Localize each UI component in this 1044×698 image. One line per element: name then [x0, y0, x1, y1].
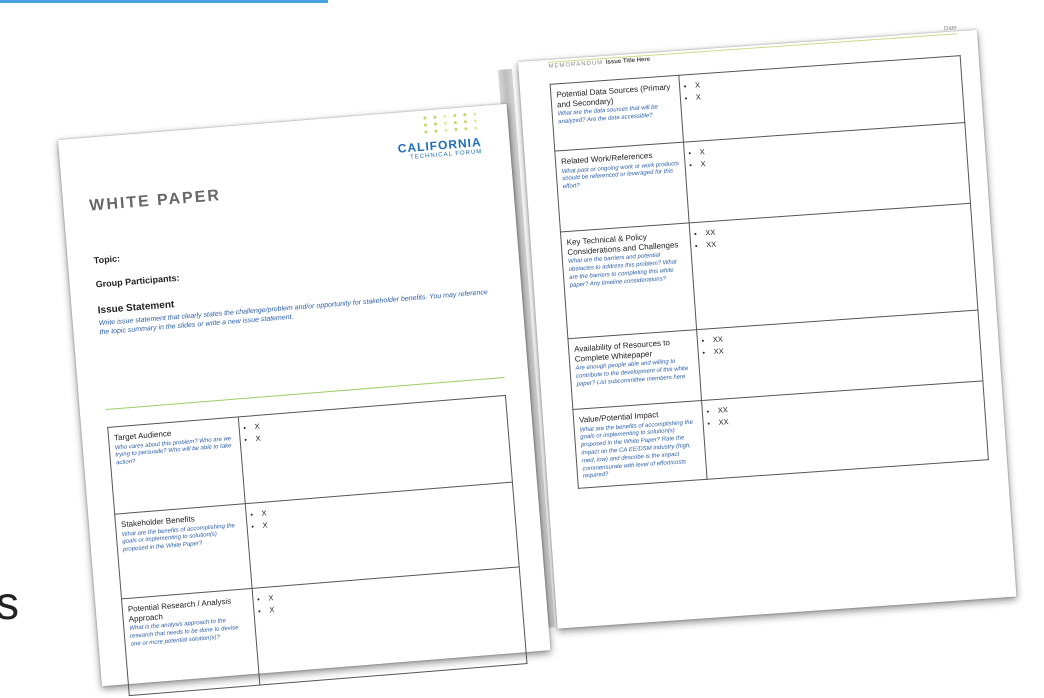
date-label: Date — [943, 25, 957, 33]
white-paper-table-2: Potential Data Sources (Primary and Seco… — [550, 55, 989, 489]
white-paper-page-2: Date MEMORANDUM Issue Title Here Potenti… — [518, 25, 1017, 629]
table-question-cell: Value/Potential Impact What are the bene… — [572, 400, 708, 489]
bullet-list: X X — [685, 63, 957, 103]
document-title: WHITE PAPER — [88, 187, 222, 215]
group-participants-label: Group Participants: — [95, 272, 180, 290]
issue-statement-text: Write issue statement that clearly state… — [98, 289, 489, 337]
row-hint: What are the benefits of accomplishing t… — [579, 419, 694, 480]
row-hint: What are the barriers and potential obst… — [567, 252, 677, 289]
white-paper-page-1: CALIFORNIA TECHNICAL FORUM WHITE PAPER T… — [58, 103, 551, 696]
bullet-list: X X — [244, 402, 502, 444]
table-question-cell: Related Work/References What past or ong… — [554, 142, 690, 232]
table-question-cell: Potential Data Sources (Primary and Seco… — [550, 75, 684, 152]
white-paper-table-1: Target Audience Who cares about this pro… — [107, 395, 528, 696]
table-question-cell: Key Technical & Policy Considerations an… — [560, 222, 697, 339]
logo-dots-icon — [395, 112, 480, 136]
topic-label: Topic: — [93, 253, 121, 266]
table-answer-cell[interactable]: X X — [252, 566, 528, 686]
header-rule — [548, 33, 958, 63]
california-technical-forum-logo: CALIFORNIA TECHNICAL FORUM — [395, 112, 483, 162]
top-link-underline — [0, 0, 328, 3]
table-question-cell: Availability of Resources to Complete Wh… — [567, 329, 702, 410]
table-question-cell: Potential Research / Analysis Approach W… — [121, 588, 260, 696]
table-question-cell: Stakeholder Benefits What are the benefi… — [114, 503, 253, 599]
cropped-slide-text: s — [0, 577, 19, 629]
table-question-cell: Target Audience Who cares about this pro… — [107, 416, 246, 515]
table-answer-cell[interactable]: XX XX — [689, 203, 978, 330]
